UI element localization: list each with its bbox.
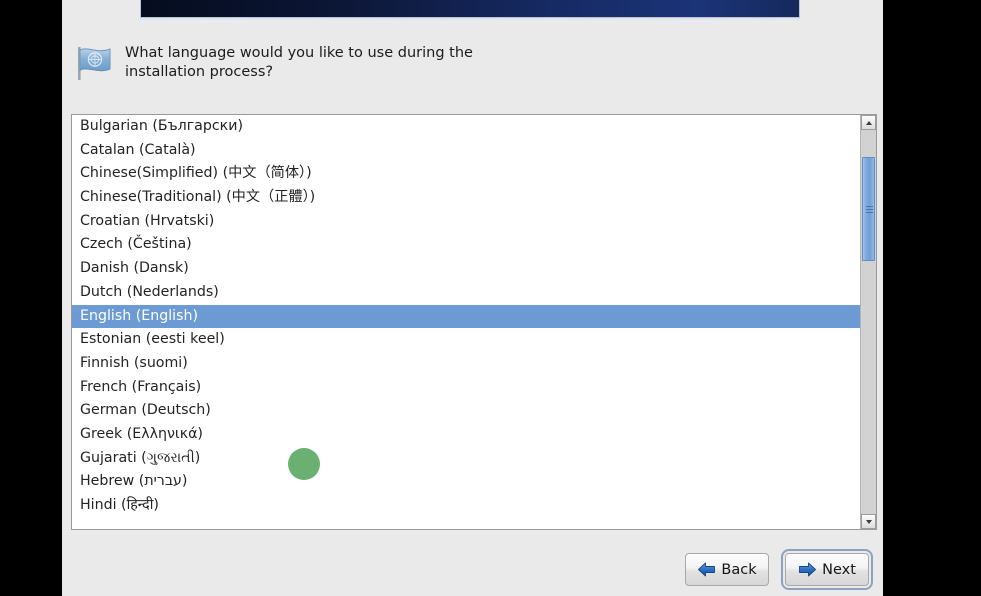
language-list-item[interactable]: Czech (Čeština) xyxy=(72,233,860,257)
language-list-item[interactable]: German (Deutsch) xyxy=(72,399,860,423)
scrollbar-track[interactable] xyxy=(861,130,876,514)
flag-icon xyxy=(74,42,116,82)
back-button[interactable]: Back xyxy=(685,553,769,586)
scrollbar-thumb[interactable] xyxy=(862,157,875,261)
language-listbox[interactable]: Bulgarian (Български) Catalan (Català) Chi… xyxy=(71,114,877,530)
next-button[interactable]: Next xyxy=(781,549,873,590)
language-list-item[interactable]: Dutch (Nederlands) xyxy=(72,281,860,305)
language-list-item[interactable]: Bulgarian (Български) xyxy=(72,115,860,139)
installer-window: What language would you like to use duri… xyxy=(62,0,883,596)
header-banner-shadow xyxy=(140,18,800,24)
arrow-left-icon xyxy=(697,562,716,577)
language-list-item[interactable]: Gujarati (ગુજરાતી) xyxy=(72,447,860,471)
language-list-item[interactable]: Croatian (Hrvatski) xyxy=(72,210,860,234)
vertical-scrollbar[interactable] xyxy=(860,115,876,529)
scroll-up-button[interactable] xyxy=(861,115,876,130)
header-banner xyxy=(140,0,800,18)
back-button-label: Back xyxy=(721,561,757,578)
language-list-item[interactable]: Finnish (suomi) xyxy=(72,352,860,376)
arrow-right-icon xyxy=(798,562,817,577)
language-list-item[interactable]: Estonian (eesti keel) xyxy=(72,328,860,352)
click-indicator xyxy=(288,448,320,480)
next-button-label: Next xyxy=(822,561,856,578)
language-list-item[interactable]: Chinese(Simplified) (中文（简体）) xyxy=(72,162,860,186)
language-list-item[interactable]: Catalan (Català) xyxy=(72,139,860,163)
language-list[interactable]: Bulgarian (Български) Catalan (Català) Chi… xyxy=(72,115,860,529)
screen: What language would you like to use duri… xyxy=(0,0,981,596)
prompt-row: What language would you like to use duri… xyxy=(70,40,870,82)
language-list-item[interactable]: Danish (Dansk) xyxy=(72,257,860,281)
scrollbar-grip-icon xyxy=(866,206,873,213)
language-list-item[interactable]: French (Français) xyxy=(72,376,860,400)
language-list-item[interactable]: English (English) xyxy=(72,304,860,329)
language-list-item[interactable]: Chinese(Traditional) (中文（正體）) xyxy=(72,186,860,210)
prompt-text: What language would you like to use duri… xyxy=(125,45,473,80)
chevron-down-icon xyxy=(865,519,872,524)
scroll-down-button[interactable] xyxy=(861,514,876,529)
language-list-item[interactable]: Hindi (हिन्दी) xyxy=(72,494,860,518)
language-list-item[interactable]: Greek (Ελληνικά) xyxy=(72,423,860,447)
language-list-item[interactable]: Hebrew (עברית) xyxy=(72,470,860,494)
button-bar: Back Next xyxy=(685,549,873,590)
chevron-up-icon xyxy=(865,120,872,125)
